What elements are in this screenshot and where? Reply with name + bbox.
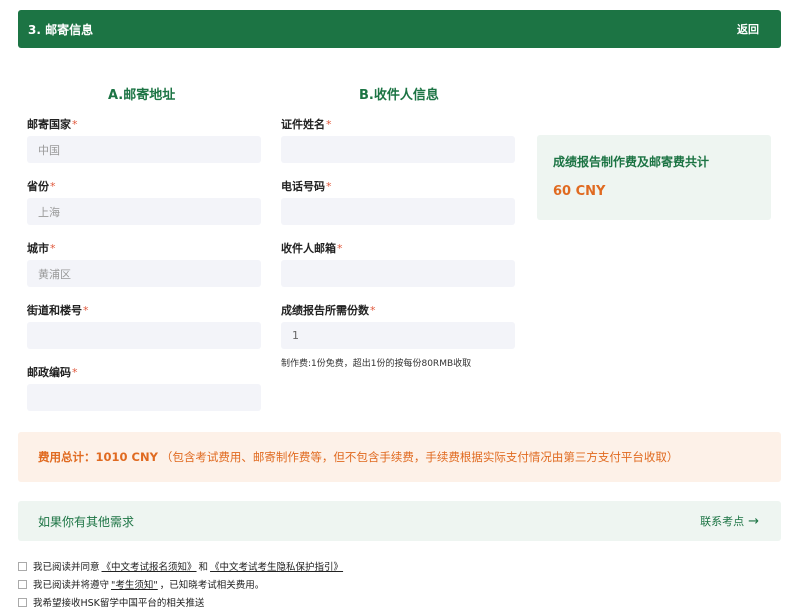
fee-summary-label: 成绩报告制作费及邮寄费共计 — [553, 155, 710, 169]
agreement-push: 我希望接收HSK留学中国平台的相关推送 — [18, 595, 204, 609]
fee-note: 制作费:1份免费，超出1份的按每份80RMB收取 — [281, 359, 472, 369]
address-column-title: A.邮寄地址 — [108, 88, 176, 103]
agreement-terms-text: 我已阅读并同意 — [33, 562, 100, 573]
phone-field[interactable] — [281, 198, 515, 225]
total-fee-amount: 1010 CNY — [95, 450, 158, 464]
agreement-terms-checkbox[interactable] — [18, 561, 27, 571]
name-field[interactable] — [281, 136, 515, 163]
back-link[interactable]: 返回 — [737, 21, 759, 37]
city-label: 城市* — [27, 242, 56, 255]
other-needs-bar: 如果你有其他需求 联系考点 → — [18, 501, 781, 541]
section-header: 3. 邮寄信息 返回 — [18, 10, 781, 48]
agreement-push-text: 我希望接收HSK留学中国平台的相关推送 — [33, 598, 205, 609]
agreement-rules: 我已阅读并将遵守 "考生须知" ，已知晓考试相关费用。 — [18, 577, 264, 591]
agreement-terms: 我已阅读并同意 《中文考试报名须知》 和 《中文考试考生隐私保护指引》 — [18, 559, 345, 573]
name-label: 证件姓名* — [281, 118, 332, 131]
agreement-rules-text: 我已阅读并将遵守 — [33, 580, 110, 591]
street-label: 街道和楼号* — [27, 304, 89, 317]
postcode-label: 邮政编码* — [27, 366, 78, 379]
postcode-field[interactable] — [27, 384, 261, 411]
section-title: 3. 邮寄信息 — [28, 22, 94, 37]
agreement-rules-checkbox[interactable] — [18, 579, 27, 589]
agreement-push-checkbox[interactable] — [18, 597, 27, 607]
email-field[interactable] — [281, 260, 515, 287]
country-label: 邮寄国家* — [27, 118, 78, 131]
email-label: 收件人邮箱* — [281, 242, 343, 255]
province-label: 省份* — [27, 180, 56, 193]
fee-summary-card: 成绩报告制作费及邮寄费共计 60 CNY — [537, 135, 771, 220]
agreement-terms-and: 和 — [198, 562, 209, 573]
agreement-rules-suffix: ，已知晓考试相关费用。 — [159, 580, 265, 591]
arrow-right-icon: → — [748, 513, 759, 529]
city-field[interactable] — [27, 260, 261, 287]
fee-summary-amount: 60 CNY — [553, 184, 606, 199]
country-field[interactable] — [27, 136, 261, 163]
total-fee-banner: 费用总计： 1010 CNY （包含考试费用、邮寄制作费等，但不包含手续费，手续… — [18, 432, 781, 482]
contact-center-label: 联系考点 — [700, 515, 745, 528]
province-field[interactable] — [27, 198, 261, 225]
contact-center-link[interactable]: 联系考点 → — [700, 513, 759, 529]
recipient-column-title: B.收件人信息 — [359, 88, 439, 103]
copies-field[interactable] — [281, 322, 515, 349]
privacy-guide-link[interactable]: 《中文考试考生隐私保护指引》 — [210, 559, 343, 573]
street-field[interactable] — [27, 322, 261, 349]
copies-label: 成绩报告所需份数* — [281, 304, 376, 317]
registration-notice-link[interactable]: 《中文考试报名须知》 — [102, 559, 197, 573]
other-needs-text: 如果你有其他需求 — [38, 514, 135, 529]
phone-label: 电话号码* — [281, 180, 332, 193]
total-fee-detail: （包含考试费用、邮寄制作费等，但不包含手续费，手续费根据实际支付情况由第三方支付… — [160, 450, 679, 464]
candidate-notice-link[interactable]: "考生须知" — [111, 577, 158, 591]
total-fee-label: 费用总计： — [38, 450, 96, 464]
